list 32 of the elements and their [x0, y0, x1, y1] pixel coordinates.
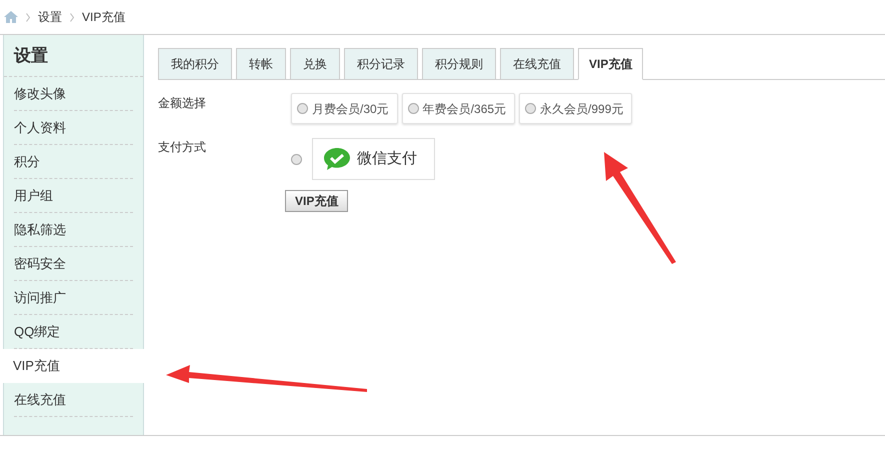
option-label: 微信支付	[357, 148, 417, 169]
sidebar-item[interactable]: VIP充值	[3, 349, 144, 383]
chat-bubble-check-icon	[323, 147, 351, 171]
radio-button[interactable]	[525, 103, 536, 114]
tab[interactable]: 积分记录	[344, 48, 418, 79]
submit-button[interactable]: VIP充值	[285, 190, 348, 212]
sidebar-item[interactable]: 积分	[14, 145, 133, 179]
sidebar-item[interactable]: 个人资料	[14, 111, 133, 145]
sidebar-item[interactable]: 隐私筛选	[14, 213, 133, 247]
tab[interactable]: 积分规则	[422, 48, 496, 79]
breadcrumb-link[interactable]: VIP充值	[82, 8, 126, 26]
sidebar-item[interactable]: 在线充值	[14, 383, 133, 417]
sidebar-item[interactable]: 修改头像	[14, 77, 133, 111]
field-label: 金额选择	[158, 95, 207, 112]
tab[interactable]: 我的积分	[158, 48, 232, 79]
radio-button[interactable]	[408, 103, 419, 114]
tab[interactable]: 在线充值	[500, 48, 574, 79]
sidebar-item[interactable]: 用户组	[14, 179, 133, 213]
field-label: 支付方式	[158, 139, 207, 156]
home-icon[interactable]	[4, 11, 18, 23]
sidebar-item[interactable]: 访问推广	[14, 281, 133, 315]
chevron-icon	[70, 12, 74, 22]
wechat-pay-option[interactable]: 微信支付	[312, 138, 435, 180]
breadcrumb-link[interactable]: 设置	[38, 8, 62, 26]
sidebar-title: 设置	[4, 35, 143, 77]
chevron-icon	[26, 12, 30, 22]
sidebar-item[interactable]: 密码安全	[14, 247, 133, 281]
radio-button[interactable]	[297, 103, 308, 114]
tab[interactable]: 兑换	[290, 48, 340, 79]
tab[interactable]: 转帐	[236, 48, 286, 79]
tab[interactable]: VIP充值	[578, 48, 644, 80]
radio-button[interactable]	[291, 154, 302, 164]
